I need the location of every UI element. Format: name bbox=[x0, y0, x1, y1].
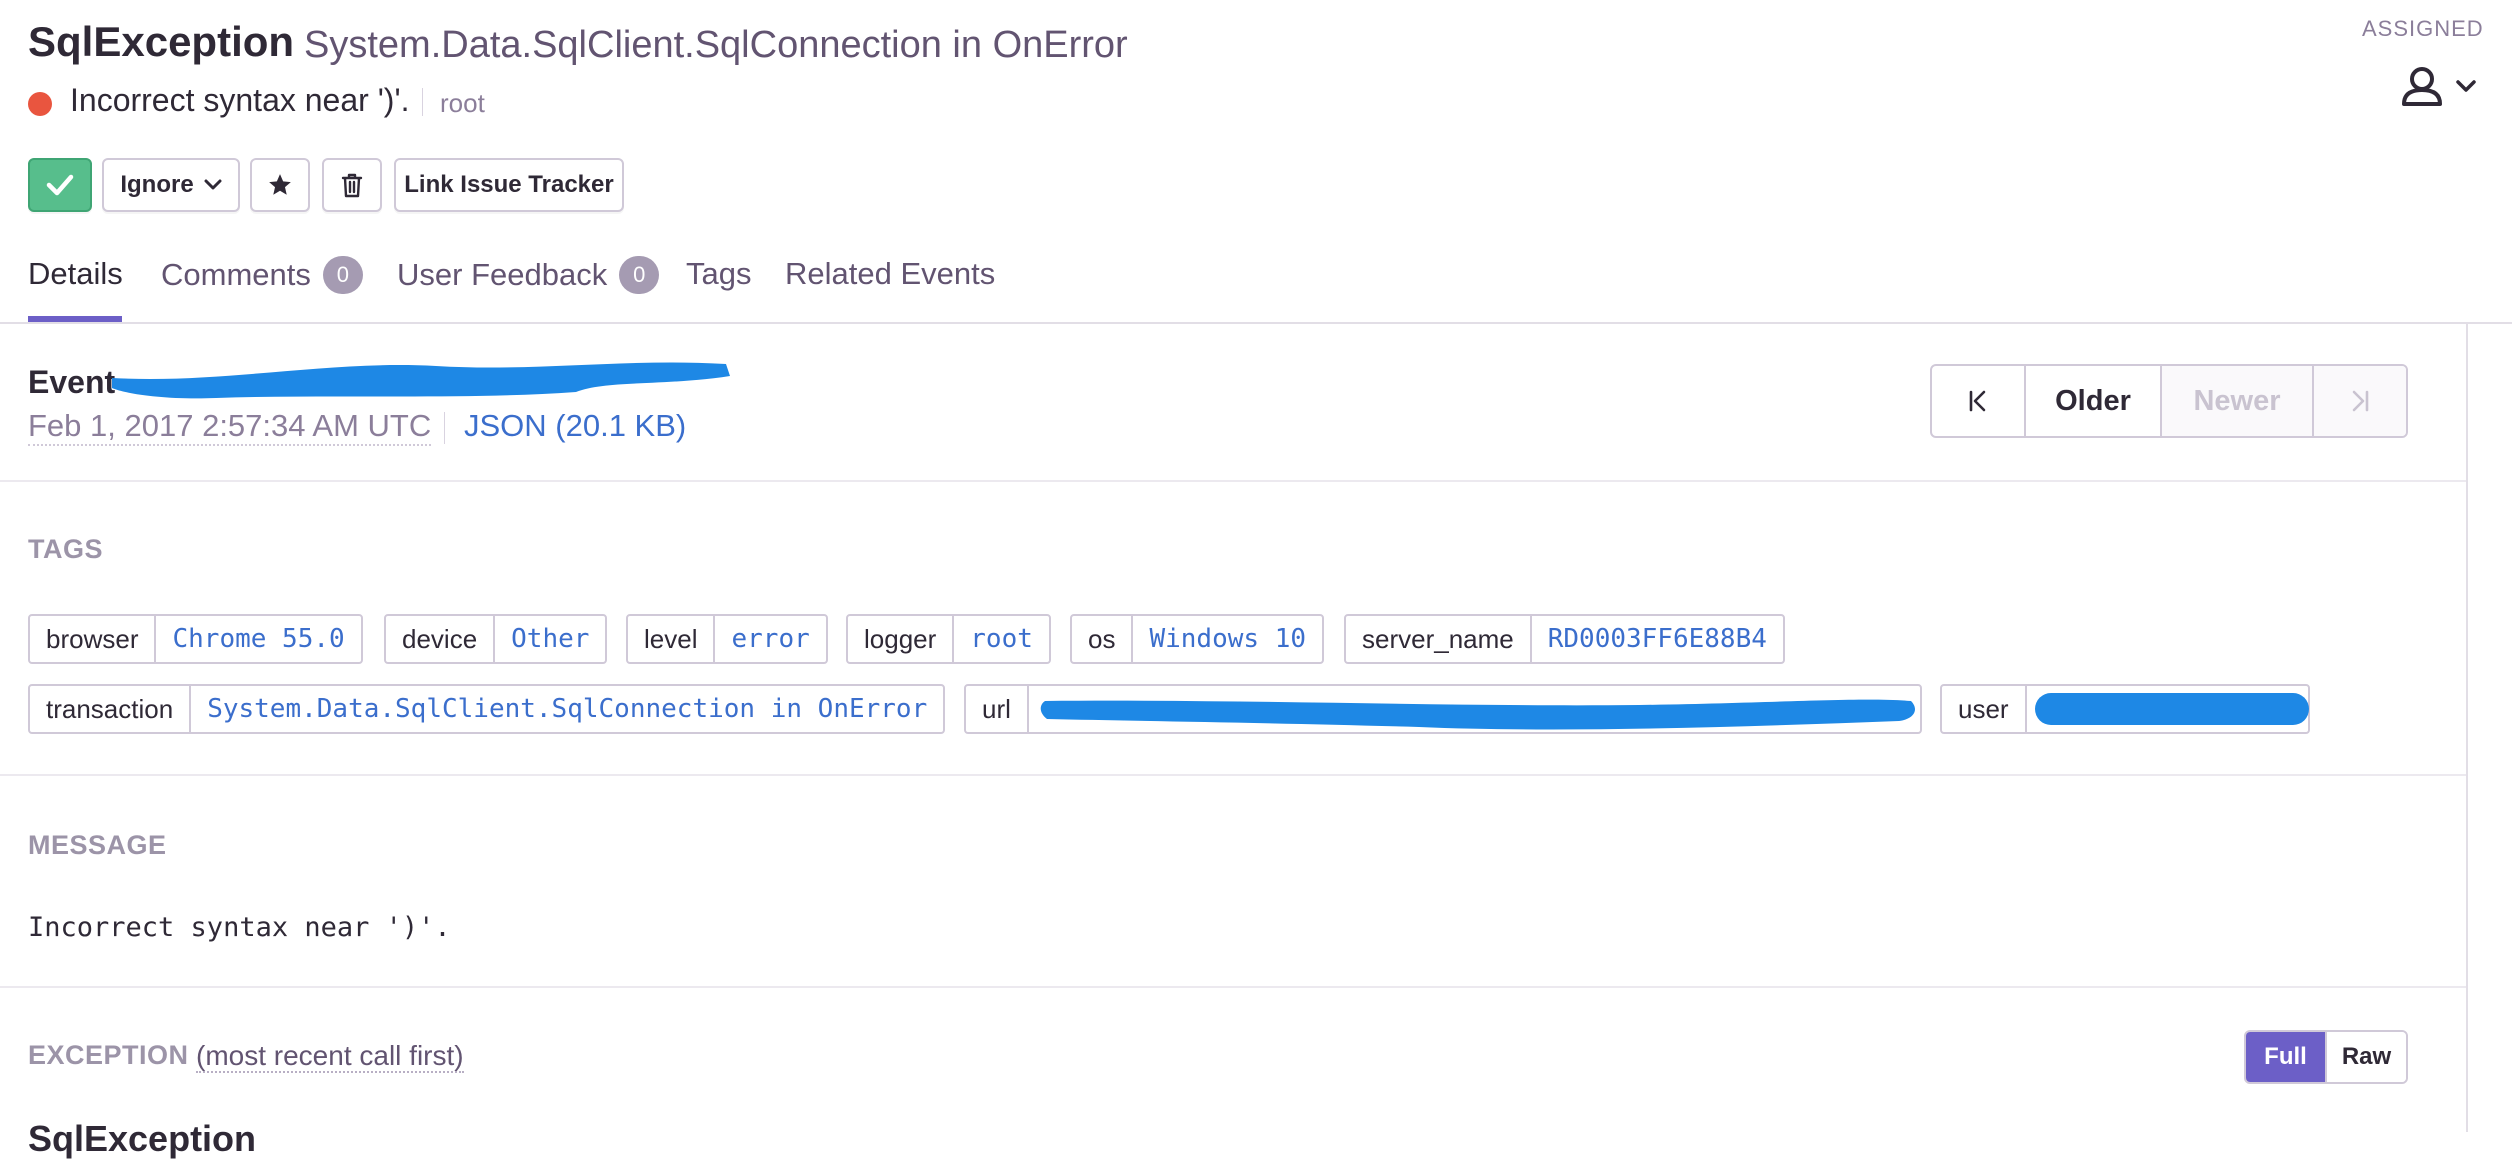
last-page-icon bbox=[2352, 390, 2369, 412]
message-body: Incorrect syntax near ')'. bbox=[28, 912, 451, 943]
event-pager: Older Newer bbox=[1930, 364, 2408, 438]
tab-label: Details bbox=[28, 256, 123, 291]
tab-label: Tags bbox=[686, 256, 752, 291]
event-json-link[interactable]: JSON (20.1 KB) bbox=[464, 408, 686, 444]
delete-button[interactable] bbox=[322, 158, 382, 212]
section-divider bbox=[0, 774, 2466, 776]
assigned-label: ASSIGNED bbox=[2362, 16, 2484, 41]
exception-order-note: (most recent call first) bbox=[196, 1040, 464, 1073]
tag-key: level bbox=[628, 616, 716, 662]
star-icon bbox=[269, 174, 291, 195]
tag-key: os bbox=[1072, 616, 1134, 662]
tag-key: transaction bbox=[30, 686, 192, 732]
tag-key: user bbox=[1942, 686, 2027, 732]
event-title: Event bbox=[28, 364, 116, 400]
tag-value[interactable]: error bbox=[715, 616, 825, 662]
event-separator bbox=[444, 412, 445, 444]
error-type-title: SqlException bbox=[28, 18, 295, 65]
tag-key: browser bbox=[30, 616, 157, 662]
section-divider bbox=[0, 480, 2466, 482]
tab-comments[interactable]: Comments 0 bbox=[161, 256, 363, 294]
message-section-title: MESSAGE bbox=[28, 830, 167, 860]
tag-value[interactable]: RD0003FF6E88B4 bbox=[1532, 616, 1783, 662]
tag-key: device bbox=[386, 616, 496, 662]
bookmark-button[interactable] bbox=[250, 158, 310, 212]
logger-name: root bbox=[440, 88, 485, 118]
ignore-button[interactable]: Ignore bbox=[102, 158, 240, 212]
sidebar-divider bbox=[2466, 324, 2468, 1132]
chevron-down-icon bbox=[204, 179, 222, 190]
tag-value[interactable]: Windows 10 bbox=[1133, 616, 1322, 662]
full-view-button[interactable]: Full bbox=[2246, 1032, 2325, 1082]
assignee-selector[interactable] bbox=[2400, 64, 2482, 112]
tag-device[interactable]: device Other bbox=[384, 614, 608, 664]
first-page-icon bbox=[1969, 390, 1986, 412]
older-event-button[interactable]: Older bbox=[2026, 366, 2162, 436]
tab-details[interactable]: Details bbox=[28, 256, 123, 292]
culprit-title: System.Data.SqlClient.SqlConnection in O… bbox=[304, 24, 1128, 66]
tab-user-feedback[interactable]: User Feedback 0 bbox=[397, 256, 660, 294]
exception-type-heading: SqlException bbox=[28, 1118, 257, 1159]
tag-logger[interactable]: logger root bbox=[846, 614, 1051, 664]
tag-key: logger bbox=[848, 616, 955, 662]
error-level-dot bbox=[28, 92, 52, 116]
tabs-divider bbox=[0, 322, 2512, 324]
trash-icon bbox=[341, 173, 363, 198]
tab-tags[interactable]: Tags bbox=[686, 256, 751, 292]
first-event-button[interactable] bbox=[1932, 366, 2026, 436]
resolve-button[interactable] bbox=[28, 158, 92, 212]
chevron-down-icon bbox=[2456, 80, 2476, 92]
tab-label: Related Events bbox=[785, 256, 996, 291]
tag-url[interactable]: url bbox=[964, 684, 1922, 734]
tab-label: User Feedback bbox=[397, 257, 608, 292]
link-issue-tracker-button[interactable]: Link Issue Tracker bbox=[394, 158, 624, 212]
tag-server-name[interactable]: server_name RD0003FF6E88B4 bbox=[1344, 614, 1785, 664]
tag-level[interactable]: level error bbox=[626, 614, 828, 664]
tag-key: url bbox=[966, 686, 1029, 732]
tag-value-redacted[interactable] bbox=[2027, 686, 2317, 732]
ignore-label: Ignore bbox=[120, 171, 194, 198]
tag-value-redacted[interactable] bbox=[1029, 686, 1929, 732]
error-message: Incorrect syntax near ')'. bbox=[70, 82, 410, 118]
event-timestamp: Feb 1, 2017 2:57:34 AM UTC bbox=[28, 408, 432, 446]
redacted-url bbox=[1040, 699, 1915, 730]
user-icon bbox=[2402, 67, 2476, 106]
feedback-count-badge: 0 bbox=[619, 256, 660, 294]
section-divider bbox=[0, 986, 2466, 988]
tag-value[interactable]: Chrome 55.0 bbox=[156, 616, 360, 662]
tag-key: server_name bbox=[1346, 616, 1532, 662]
tab-related-events[interactable]: Related Events bbox=[785, 256, 995, 292]
comments-count-badge: 0 bbox=[322, 256, 363, 294]
tag-value[interactable]: Other bbox=[495, 616, 605, 662]
tag-transaction[interactable]: transaction System.Data.SqlClient.SqlCon… bbox=[28, 684, 946, 734]
check-icon bbox=[46, 174, 74, 196]
tab-label: Comments bbox=[161, 257, 311, 292]
exception-view-toggle: Full Raw bbox=[2244, 1030, 2408, 1084]
exception-order-text: (most recent call first) bbox=[196, 1040, 464, 1073]
tag-value[interactable]: System.Data.SqlClient.SqlConnection in O… bbox=[191, 686, 943, 732]
last-event-button[interactable] bbox=[2314, 366, 2406, 436]
raw-view-button[interactable]: Raw bbox=[2325, 1032, 2406, 1082]
tag-os[interactable]: os Windows 10 bbox=[1070, 614, 1325, 664]
tags-section-title: TAGS bbox=[28, 534, 103, 564]
tag-browser[interactable]: browser Chrome 55.0 bbox=[28, 614, 363, 664]
exception-section-title: EXCEPTION bbox=[28, 1040, 189, 1070]
message-separator bbox=[422, 88, 423, 116]
newer-event-button[interactable]: Newer bbox=[2162, 366, 2314, 436]
redacted-event-id bbox=[112, 362, 730, 399]
tag-user[interactable]: user bbox=[1940, 684, 2310, 734]
redacted-user bbox=[2034, 693, 2309, 725]
tag-value[interactable]: root bbox=[954, 616, 1049, 662]
